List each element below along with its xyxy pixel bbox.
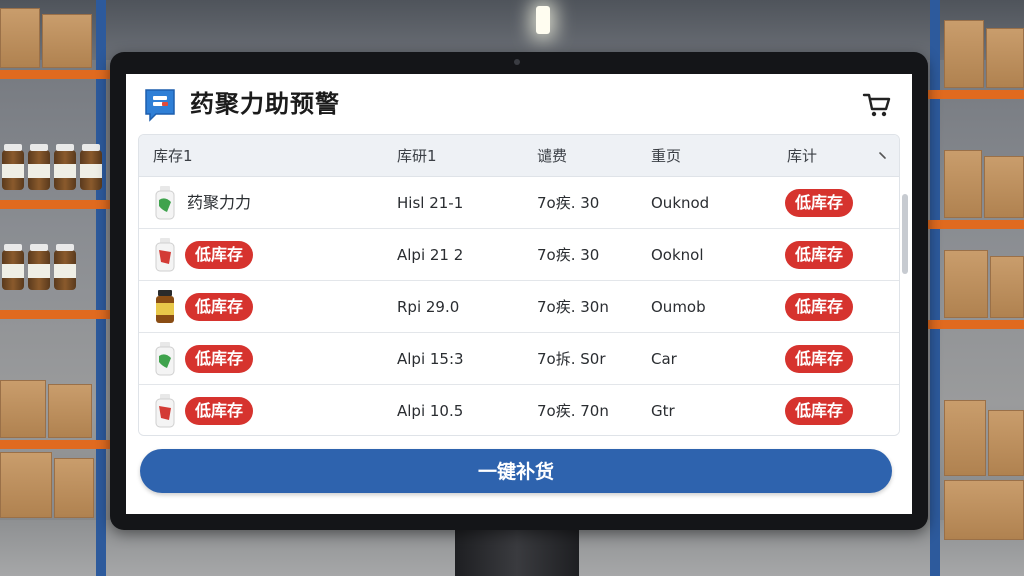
table-row[interactable]: 低库存 Alpi 15:3 7o拆. S0r Car 低库存 bbox=[139, 333, 899, 385]
left-shelf-rack bbox=[0, 0, 120, 576]
rack-beam bbox=[922, 90, 1024, 99]
batch-cell: Alpi 21 2 bbox=[397, 246, 464, 264]
cardboard-box bbox=[944, 150, 982, 218]
column-header[interactable]: 重页 bbox=[651, 135, 681, 177]
product-name: 药聚力力 bbox=[187, 193, 252, 212]
cardboard-box bbox=[988, 410, 1024, 476]
cardboard-box bbox=[984, 156, 1024, 218]
price-cell: 7o疾. 70n bbox=[537, 402, 609, 420]
rack-beam bbox=[0, 440, 120, 449]
cart-icon[interactable] bbox=[862, 90, 892, 118]
source-cell: Car bbox=[651, 350, 677, 368]
medicine-jar bbox=[80, 144, 102, 190]
rack-beam bbox=[0, 200, 120, 209]
source-cell: Ouknod bbox=[651, 194, 710, 212]
app-header: 药聚力助预警 bbox=[126, 74, 912, 134]
low-stock-badge: 低库存 bbox=[185, 241, 254, 269]
batch-cell: Alpi 15:3 bbox=[397, 350, 464, 368]
cardboard-box bbox=[986, 28, 1024, 88]
cardboard-box bbox=[42, 14, 92, 68]
price-cell: 7o疾. 30n bbox=[537, 298, 609, 316]
price-cell: 7o拆. S0r bbox=[537, 350, 606, 368]
table-row[interactable]: 低库存 Alpi 10.5 7o疾. 70n Gtr 低库存 bbox=[139, 385, 899, 435]
table-row[interactable]: 药聚力力 Hisl 21-1 7o疾. 30 Ouknod 低库存 bbox=[139, 177, 899, 229]
rack-beam bbox=[922, 220, 1024, 229]
column-header[interactable]: 库存1 bbox=[153, 135, 193, 177]
low-stock-badge: 低库存 bbox=[185, 293, 254, 321]
medicine-jar bbox=[54, 244, 76, 290]
medicine-jar bbox=[2, 144, 24, 190]
medicine-jar bbox=[28, 244, 50, 290]
low-stock-badge: 低库存 bbox=[785, 397, 854, 425]
price-cell: 7o疾. 30 bbox=[537, 246, 600, 264]
low-stock-badge: 低库存 bbox=[185, 345, 254, 373]
monitor-bezel: 药聚力助预警 库存1 库研1 谴费 重页 库计 药聚力力 Hisl 21-1 7o疾… bbox=[110, 52, 928, 530]
medicine-jar bbox=[2, 244, 24, 290]
batch-cell: Hisl 21-1 bbox=[397, 194, 464, 212]
rack-upright bbox=[930, 0, 940, 576]
cardboard-box bbox=[944, 400, 986, 476]
source-cell: Ooknol bbox=[651, 246, 704, 264]
column-header[interactable]: 库研1 bbox=[397, 135, 437, 177]
app-title: 药聚力助预警 bbox=[190, 90, 340, 118]
low-stock-badge: 低库存 bbox=[785, 345, 854, 373]
webcam bbox=[514, 59, 520, 65]
cardboard-box bbox=[54, 458, 94, 518]
medicine-jar bbox=[54, 144, 76, 190]
table-header: 库存1 库研1 谴费 重页 库计 bbox=[139, 135, 899, 177]
cardboard-box bbox=[48, 384, 92, 438]
medicine-jar bbox=[28, 144, 50, 190]
app-logo-icon bbox=[145, 89, 175, 122]
price-cell: 7o疾. 30 bbox=[537, 194, 600, 212]
ceiling-light bbox=[536, 6, 550, 34]
rack-beam bbox=[922, 320, 1024, 329]
column-header[interactable]: 谴费 bbox=[537, 135, 567, 177]
app-screen: 药聚力助预警 库存1 库研1 谴费 重页 库计 药聚力力 Hisl 21-1 7o疾… bbox=[126, 74, 912, 514]
column-header[interactable]: 库计 bbox=[787, 135, 817, 177]
low-stock-badge: 低库存 bbox=[785, 241, 854, 269]
cardboard-box bbox=[944, 250, 988, 318]
table-scrollbar[interactable] bbox=[902, 194, 908, 274]
cardboard-box bbox=[0, 380, 46, 438]
batch-cell: Alpi 10.5 bbox=[397, 402, 464, 420]
right-shelf-rack bbox=[922, 0, 1024, 576]
low-stock-badge: 低库存 bbox=[785, 293, 854, 321]
rack-upright bbox=[96, 0, 106, 576]
rack-beam bbox=[0, 70, 120, 79]
monitor-stand bbox=[455, 528, 579, 576]
sort-chevron-icon[interactable] bbox=[877, 149, 891, 163]
low-stock-badge: 低库存 bbox=[185, 397, 254, 425]
inventory-table: 库存1 库研1 谴费 重页 库计 药聚力力 Hisl 21-1 7o疾. 30 Ouk… bbox=[138, 134, 900, 436]
cardboard-box bbox=[944, 20, 984, 88]
source-cell: Oumob bbox=[651, 298, 706, 316]
warehouse-ceiling bbox=[0, 0, 1024, 60]
cardboard-box bbox=[0, 8, 40, 68]
cardboard-box bbox=[944, 480, 1024, 540]
restock-all-button[interactable]: 一键补货 bbox=[140, 449, 892, 493]
low-stock-badge: 低库存 bbox=[785, 189, 854, 217]
table-row[interactable]: 低库存 Alpi 21 2 7o疾. 30 Ooknol 低库存 bbox=[139, 229, 899, 281]
cardboard-box bbox=[0, 452, 52, 518]
rack-beam bbox=[0, 310, 120, 319]
batch-cell: Rpi 29.0 bbox=[397, 298, 460, 316]
cardboard-box bbox=[990, 256, 1024, 318]
table-row[interactable]: 低库存 Rpi 29.0 7o疾. 30n Oumob 低库存 bbox=[139, 281, 899, 333]
source-cell: Gtr bbox=[651, 402, 675, 420]
